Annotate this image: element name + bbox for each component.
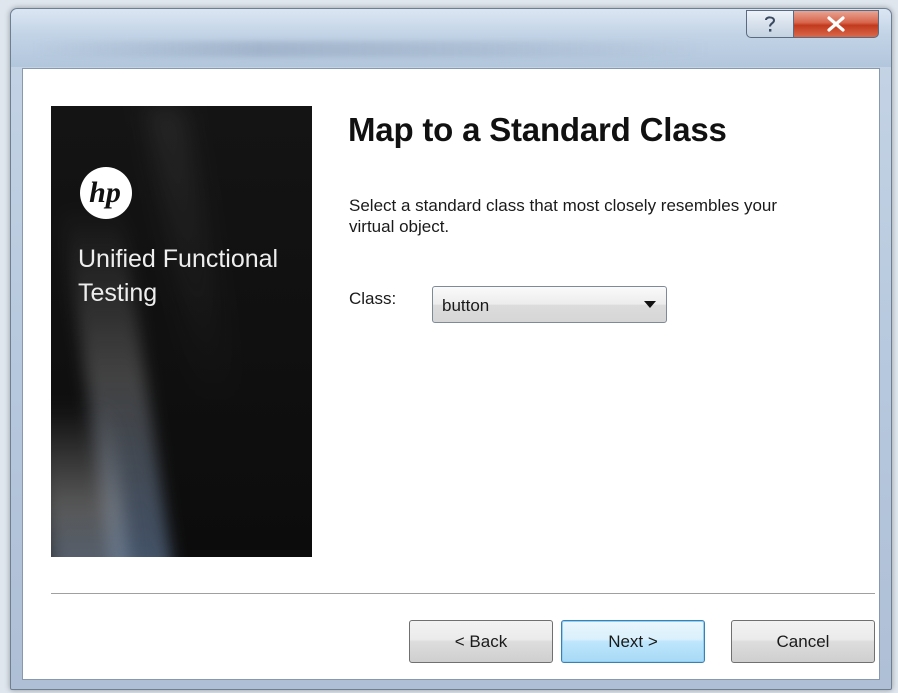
next-button[interactable]: Next > <box>561 620 705 663</box>
close-icon <box>827 16 845 32</box>
blurred-title <box>31 41 711 57</box>
hp-logo-text: hp <box>89 176 121 209</box>
page-description: Select a standard class that most closel… <box>349 196 778 236</box>
class-dropdown-value: button <box>442 296 490 315</box>
chevron-down-icon <box>644 301 656 308</box>
class-label: Class: <box>349 289 397 308</box>
page-title: Map to a Standard Class <box>348 111 727 148</box>
help-icon <box>765 16 776 32</box>
product-banner: hp Unified Functional Testing <box>51 106 312 557</box>
title-bar[interactable] <box>11 9 891 67</box>
hp-logo-icon: hp <box>80 167 132 219</box>
dialog-content: hp Unified Functional Testing Map to a S… <box>22 68 880 680</box>
class-dropdown[interactable]: button <box>432 286 667 323</box>
close-button[interactable] <box>793 10 879 38</box>
separator <box>51 593 875 595</box>
cancel-button[interactable]: Cancel <box>731 620 875 663</box>
dialog-window: hp Unified Functional Testing Map to a S… <box>10 8 892 690</box>
product-name: Unified Functional Testing <box>78 245 279 307</box>
help-button[interactable] <box>746 10 794 38</box>
back-button[interactable]: < Back <box>409 620 553 663</box>
